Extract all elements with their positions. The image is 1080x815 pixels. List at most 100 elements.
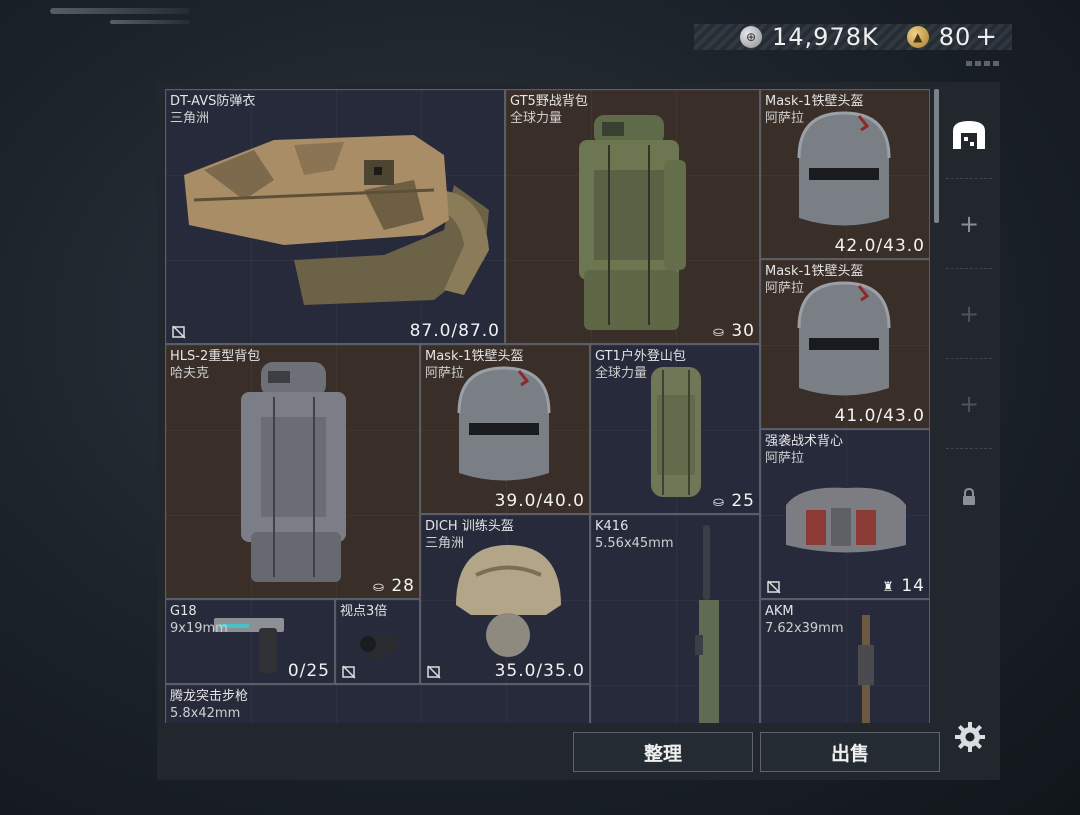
item-caliber: 5.56x45mm (595, 536, 674, 551)
sidebar-divider (946, 268, 992, 269)
item-name: GT5野战背包 (510, 94, 588, 109)
silver-coin-icon: ⊕ (740, 26, 762, 48)
item-name: Mask-1铁壁头盔 (425, 349, 524, 364)
durability-value: 39.0/40.0 (494, 491, 585, 511)
gold-coin-icon: ▲ (906, 26, 929, 48)
item-name: GT1户外登山包 (595, 349, 686, 364)
add-storage-button[interactable]: + (946, 208, 992, 240)
item-assault-vest[interactable]: 强袭战术背心 阿萨拉 ♜ 14 (760, 429, 930, 599)
inventory-scrollbar[interactable] (934, 89, 939, 223)
sidebar-divider (946, 178, 992, 179)
item-origin: 阿萨拉 (765, 111, 805, 126)
storage-tab-icon (953, 121, 985, 149)
item-caliber: 7.62x39mm (765, 621, 844, 636)
capacity-value: ♜ 14 (882, 576, 925, 596)
item-origin: 三角洲 (425, 536, 465, 551)
durability-value: 35.0/35.0 (494, 661, 585, 681)
add-storage-button[interactable]: + (946, 388, 992, 420)
pistol-image (214, 618, 284, 673)
sidebar-divider (946, 448, 992, 449)
capacity-icon: ⛀ (713, 325, 725, 340)
item-name: DT-AVS防弹衣 (170, 94, 256, 109)
item-tenglong-rifle[interactable]: 腾龙突击步枪 5.8x42mm (165, 684, 590, 723)
inventory-grid: DT-AVS防弹衣 三角洲 87.0/87.0 GT5野战背包 全球力量 ⛀ 3… (165, 89, 930, 723)
armor-vest-image (184, 135, 489, 305)
item-origin: 阿萨拉 (425, 366, 465, 381)
slot-icon: ♜ (882, 580, 895, 595)
rifle-image (858, 615, 874, 723)
capacity-value: ⛀ 30 (713, 321, 755, 341)
page-indicator (966, 61, 1000, 66)
durability-value: 42.0/43.0 (834, 236, 925, 256)
item-name: 视点3倍 (340, 604, 388, 619)
backpack-image (579, 115, 686, 330)
scope-image (360, 636, 396, 660)
item-name: 强袭战术背心 (765, 434, 844, 449)
item-name: AKM (765, 604, 794, 619)
item-akm[interactable]: AKM 7.62x39mm (760, 599, 930, 723)
backpack-image (651, 367, 701, 497)
no-insure-icon (427, 665, 441, 679)
item-dich-helmet[interactable]: DICH 训练头盔 三角洲 35.0/35.0 (420, 514, 590, 684)
item-mask1-helmet[interactable]: Mask-1铁壁头盔 阿萨拉 42.0/43.0 (760, 89, 930, 259)
item-name: Mask-1铁壁头盔 (765, 264, 864, 279)
item-mask1-helmet[interactable]: Mask-1铁壁头盔 阿萨拉 39.0/40.0 (420, 344, 590, 514)
backpack-image (241, 362, 346, 582)
helmet-image (797, 111, 891, 226)
item-hls2-backpack[interactable]: HLS-2重型背包 哈夫克 ⛀ 28 (165, 344, 420, 599)
no-insure-icon (767, 580, 781, 594)
item-dt-avs-armor[interactable]: DT-AVS防弹衣 三角洲 87.0/87.0 (165, 89, 505, 344)
item-name: 腾龙突击步枪 (170, 689, 249, 704)
capacity-number: 25 (731, 491, 755, 511)
gear-icon[interactable] (953, 720, 987, 754)
item-g18[interactable]: G18 9x19mm 0/25 (165, 599, 335, 684)
capacity-value: ⛀ 28 (373, 576, 415, 596)
item-origin: 阿萨拉 (765, 281, 805, 296)
item-gt5-backpack[interactable]: GT5野战背包 全球力量 ⛀ 30 (505, 89, 760, 344)
capacity-number: 30 (731, 321, 755, 341)
item-origin: 哈夫克 (170, 366, 210, 381)
item-name: G18 (170, 604, 197, 619)
ambient-light (110, 20, 190, 24)
item-name: Mask-1铁壁头盔 (765, 94, 864, 109)
lock-icon (963, 488, 975, 505)
sell-button[interactable]: 出售 (760, 732, 940, 772)
gold-value: 80 (938, 23, 972, 51)
capacity-icon: ⛀ (373, 580, 385, 595)
storage-tab-icon[interactable] (946, 112, 992, 158)
item-caliber: 9x19mm (170, 621, 228, 636)
item-origin: 全球力量 (510, 111, 563, 126)
rifle-image (695, 525, 719, 723)
item-scope-3x[interactable]: 视点3倍 (335, 599, 420, 684)
helmet-image (797, 281, 891, 396)
organize-button[interactable]: 整理 (573, 732, 753, 772)
capacity-value: ⛀ 25 (713, 491, 755, 511)
helmet-image (456, 545, 561, 657)
tactical-vest-image (786, 487, 906, 553)
item-mask1-helmet[interactable]: Mask-1铁壁头盔 阿萨拉 41.0/43.0 (760, 259, 930, 429)
currency-bar: ⊕ 14,978K ▲ 80 + (694, 22, 1012, 52)
capacity-icon: ⛀ (713, 495, 725, 510)
item-caliber: 5.8x42mm (170, 706, 241, 721)
add-currency-button[interactable]: + (975, 22, 997, 52)
lock-icon[interactable] (946, 482, 992, 512)
item-k416[interactable]: K416 5.56x45mm (590, 514, 760, 723)
silver-value: 14,978K (772, 23, 879, 51)
helmet-image (457, 366, 551, 481)
durability-value: 87.0/87.0 (409, 321, 500, 341)
sidebar-divider (946, 358, 992, 359)
no-insure-icon (172, 325, 186, 339)
item-name: DICH 训练头盔 (425, 519, 514, 534)
capacity-number: 14 (901, 576, 925, 596)
add-storage-button[interactable]: + (946, 298, 992, 330)
item-origin: 全球力量 (595, 366, 648, 381)
ambient-light (50, 8, 190, 14)
durability-value: 41.0/43.0 (834, 406, 925, 426)
item-name: HLS-2重型背包 (170, 349, 261, 364)
item-origin: 阿萨拉 (765, 451, 805, 466)
item-name: K416 (595, 519, 629, 534)
no-insure-icon (342, 665, 356, 679)
item-gt1-backpack[interactable]: GT1户外登山包 全球力量 ⛀ 25 (590, 344, 760, 514)
ammo-count: 0/25 (287, 661, 330, 681)
capacity-number: 28 (391, 576, 415, 596)
